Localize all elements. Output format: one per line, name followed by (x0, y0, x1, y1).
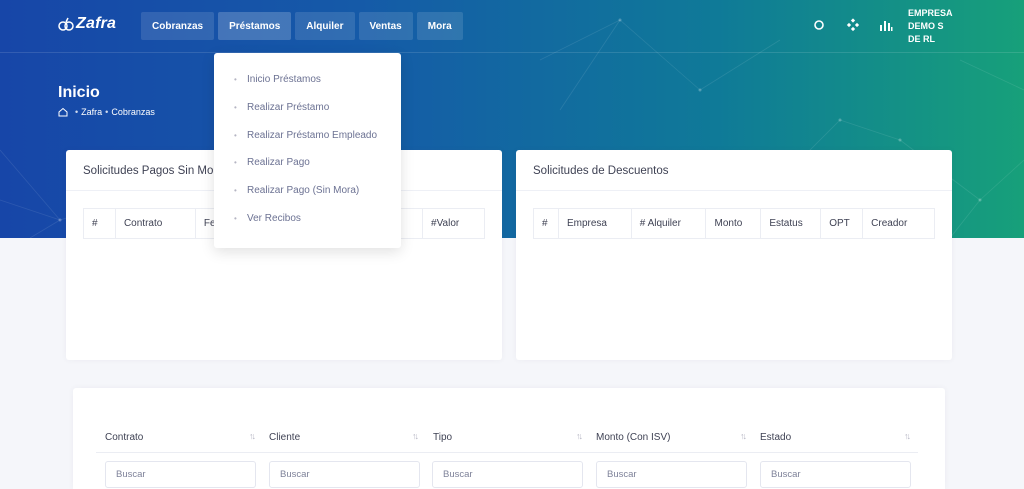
search-input-contrato[interactable] (105, 461, 256, 488)
column-header[interactable]: OPT (820, 208, 864, 239)
bullet-icon: • (234, 131, 237, 140)
menu-item-label: Realizar Pago (247, 157, 310, 168)
column-header-monto[interactable]: Monto (Con ISV) (596, 432, 670, 443)
logo-icon (58, 17, 74, 31)
breadcrumb-item-cobranzas[interactable]: Cobranzas (111, 107, 155, 117)
menu-item-label: Realizar Pago (Sin Mora) (247, 185, 360, 196)
search-input-monto[interactable] (596, 461, 747, 488)
column-header-contrato[interactable]: Contrato (105, 432, 143, 443)
nav-item-ventas[interactable]: Ventas (358, 12, 413, 40)
menu-item-inicio-prestamos[interactable]: • Inicio Préstamos (234, 74, 321, 85)
nav-item-cobranzas[interactable]: Cobranzas (141, 12, 215, 40)
menu-item-label: Realizar Préstamo Empleado (247, 130, 378, 141)
menu-item-realizar-prestamo[interactable]: • Realizar Préstamo (234, 102, 329, 113)
menu-item-label: Inicio Préstamos (247, 74, 321, 85)
column-header[interactable]: #Valor (422, 208, 485, 239)
column-header-estado[interactable]: Estado (760, 432, 791, 443)
main-nav: Cobranzas Préstamos Alquiler Ventas Mora (141, 12, 467, 40)
sort-icon[interactable]: ↑↓ (740, 431, 747, 441)
card-title: Solicitudes Pagos Sin Mo (83, 165, 214, 177)
column-header-cliente[interactable]: Cliente (269, 432, 300, 443)
column-header[interactable]: Contrato (114, 208, 196, 239)
bullet-icon: • (234, 214, 237, 223)
company-name[interactable]: EMPRESA DEMO S DE RL (908, 7, 958, 46)
search-icon[interactable] (812, 18, 826, 32)
search-input-tipo[interactable] (432, 461, 583, 488)
sort-icon[interactable]: ↑↓ (904, 431, 911, 441)
nav-item-alquiler[interactable]: Alquiler (295, 12, 355, 40)
column-header[interactable]: Estatus (760, 208, 822, 239)
search-input-estado[interactable] (760, 461, 911, 488)
column-header[interactable]: # (533, 208, 559, 239)
card-title: Solicitudes de Descuentos (533, 165, 669, 177)
nav-item-mora[interactable]: Mora (416, 12, 463, 40)
menu-item-label: Ver Recibos (247, 213, 301, 224)
brand-name: Zafra (76, 15, 117, 32)
column-header[interactable]: Monto (705, 208, 762, 239)
menu-item-realizar-prestamo-empleado[interactable]: • Realizar Préstamo Empleado (234, 130, 377, 141)
sort-icon[interactable]: ↑↓ (249, 431, 256, 441)
menu-item-realizar-pago-sin-mora[interactable]: • Realizar Pago (Sin Mora) (234, 185, 359, 196)
column-header[interactable]: # Alquiler (630, 208, 707, 239)
home-icon[interactable] (58, 107, 68, 117)
page-title: Inicio (58, 84, 100, 101)
bullet-icon: • (234, 103, 237, 112)
search-input-cliente[interactable] (269, 461, 420, 488)
breadcrumb-separator: • (105, 107, 109, 117)
divider (96, 452, 918, 453)
nav-item-prestamos[interactable]: Préstamos (218, 12, 292, 40)
menu-item-label: Realizar Préstamo (247, 102, 330, 113)
breadcrumb: • Zafra • Cobranzas (58, 107, 155, 117)
menu-item-realizar-pago[interactable]: • Realizar Pago (234, 157, 310, 168)
sort-icon[interactable]: ↑↓ (412, 431, 419, 441)
column-header-tipo[interactable]: Tipo (433, 432, 452, 443)
column-header[interactable]: # (83, 208, 116, 239)
sort-icon[interactable]: ↑↓ (576, 431, 583, 441)
descuentos-table: # Empresa # Alquiler Monto Estatus OPT C… (533, 208, 935, 239)
bullet-icon: • (234, 75, 237, 84)
column-header[interactable]: Empresa (557, 208, 632, 239)
breadcrumb-item-zafra[interactable]: Zafra (81, 107, 102, 117)
divider (516, 190, 952, 191)
breadcrumb-separator: • (75, 107, 79, 117)
top-navigation-bar: Zafra Cobranzas Préstamos Alquiler Venta… (0, 0, 1024, 53)
bullet-icon: • (234, 158, 237, 167)
apps-icon[interactable] (846, 18, 860, 32)
column-header[interactable]: Creador (862, 208, 935, 239)
brand-logo[interactable]: Zafra (58, 15, 116, 33)
chart-icon[interactable] (879, 18, 893, 32)
bullet-icon: • (234, 186, 237, 195)
prestamos-dropdown-menu: • Inicio Préstamos • Realizar Préstamo • Re… (214, 53, 401, 248)
menu-item-ver-recibos[interactable]: • Ver Recibos (234, 213, 301, 224)
card-solicitudes-descuentos: Solicitudes de Descuentos # Empresa # Al… (516, 150, 952, 360)
